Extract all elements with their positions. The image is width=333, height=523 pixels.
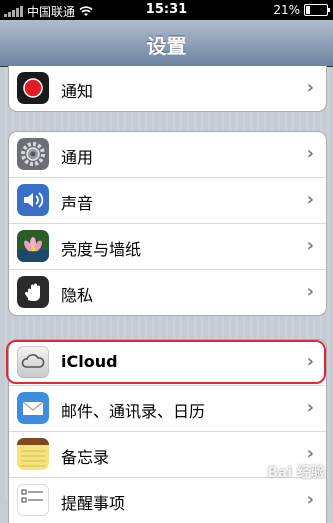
battery-icon (304, 4, 330, 16)
cloud-icon (17, 346, 49, 378)
row-label: iCloud (61, 352, 118, 371)
settings-row-icloud[interactable]: iCloud › (9, 340, 326, 386)
chevron-right-icon: › (306, 143, 314, 164)
mail-icon (17, 392, 49, 424)
navigation-bar: 设置 (0, 20, 333, 67)
settings-row-sounds[interactable]: 声音 › (9, 178, 326, 224)
row-label: 通用 (61, 148, 94, 167)
settings-row-reminders[interactable]: 提醒事项 › (9, 478, 326, 523)
settings-row-mail-contacts-calendars[interactable]: 邮件、通讯录、日历 › (9, 386, 326, 432)
status-bar: 中国联通 15:31 21% (0, 0, 333, 20)
row-label: 备忘录 (61, 448, 110, 467)
settings-row-privacy[interactable]: 隐私 › (9, 270, 326, 315)
settings-group-notifications: 通知 › (8, 66, 327, 112)
chevron-right-icon: › (306, 189, 314, 210)
chevron-right-icon: › (306, 443, 314, 464)
chevron-right-icon: › (306, 77, 314, 98)
row-label: 亮度与墙纸 (61, 240, 142, 259)
page-title: 设置 (146, 34, 187, 58)
row-label: 声音 (61, 194, 94, 213)
notes-icon (17, 438, 49, 470)
row-label: 提醒事项 (61, 494, 126, 513)
settings-group-apps: iCloud › 邮件、通讯录、日历 › 备忘录 › 提醒事项 › (8, 339, 327, 523)
chevron-right-icon: › (306, 235, 314, 256)
settings-row-brightness-wallpaper[interactable]: 亮度与墙纸 › (9, 224, 326, 270)
chevron-right-icon: › (306, 281, 314, 302)
settings-group-general: 通用 › 声音 › 亮度与墙纸 › 隐私 › (8, 131, 327, 316)
speaker-icon (17, 184, 49, 216)
settings-row-general[interactable]: 通用 › (9, 132, 326, 178)
flower-icon (17, 230, 49, 262)
gear-icon (17, 138, 49, 170)
chevron-right-icon: › (306, 397, 314, 418)
reminders-icon (17, 484, 49, 516)
battery-percent: 21% (273, 3, 300, 17)
notification-icon (17, 72, 49, 104)
row-label: 邮件、通讯录、日历 (61, 402, 206, 421)
chevron-right-icon: › (306, 351, 314, 372)
row-label: 隐私 (61, 286, 94, 305)
battery-level-fill (306, 6, 310, 14)
watermark: Bai 经验 (267, 465, 325, 481)
hand-icon (17, 276, 49, 308)
row-label: 通知 (61, 82, 94, 101)
settings-row-notifications[interactable]: 通知 › (9, 66, 326, 111)
